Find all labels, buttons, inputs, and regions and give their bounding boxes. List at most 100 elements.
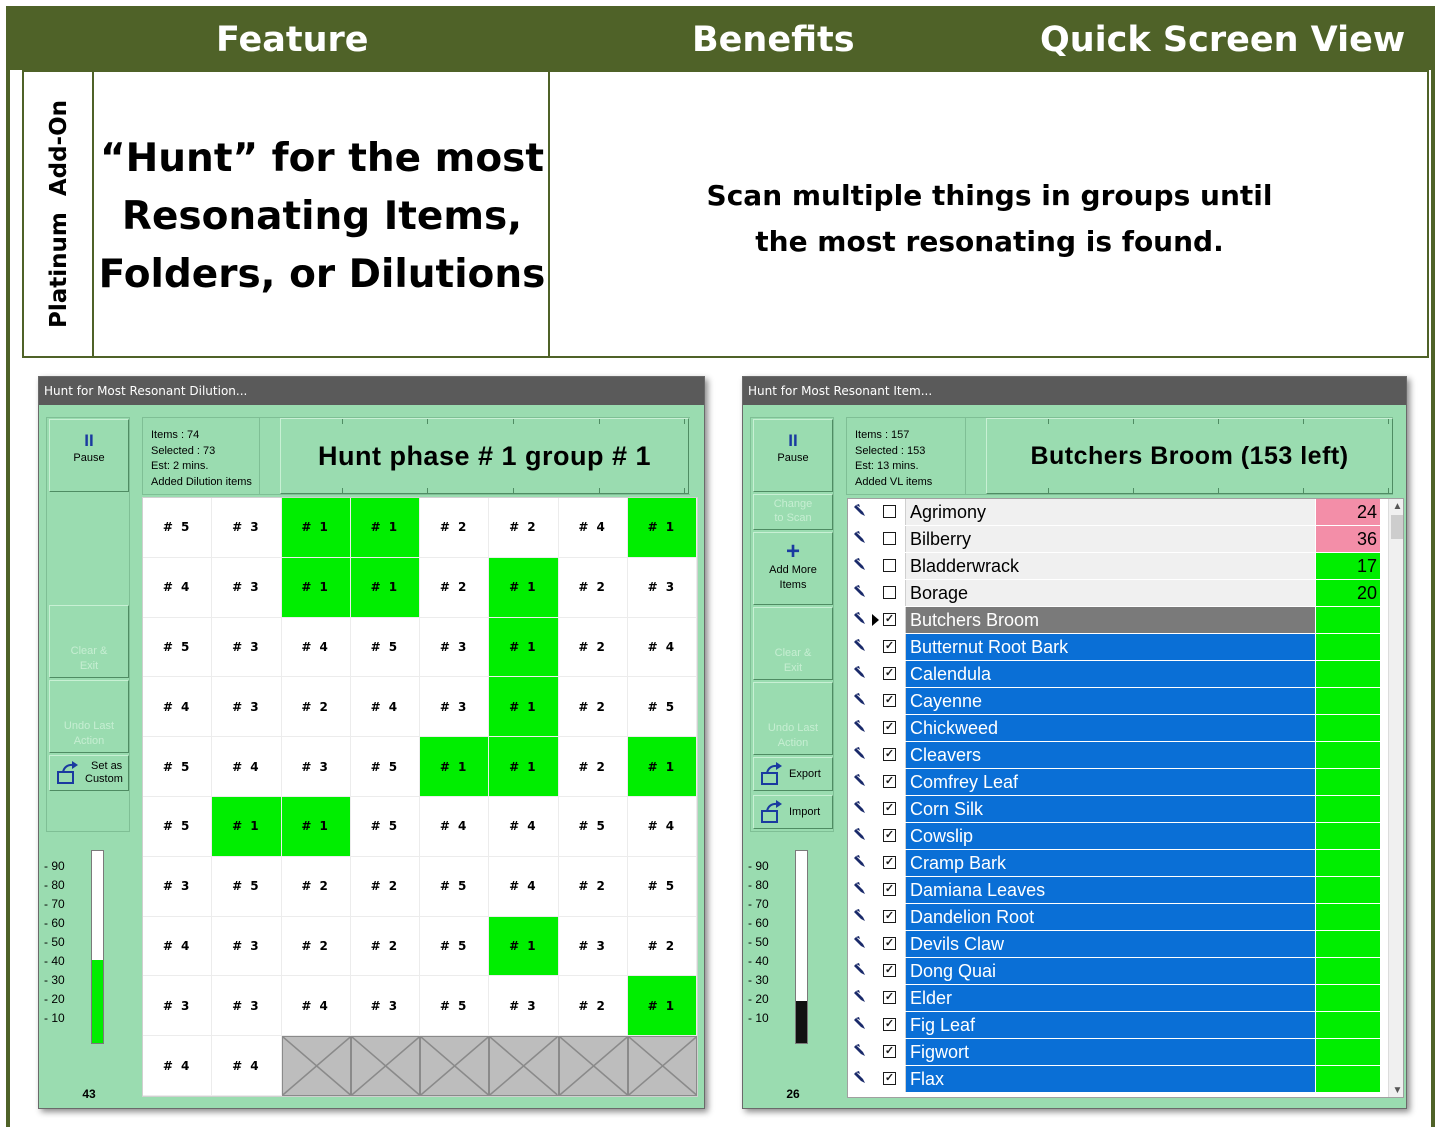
meter-tick: - 90 bbox=[748, 859, 769, 873]
list-item[interactable]: ✓ Figwort bbox=[848, 1039, 1388, 1066]
item-checkbox[interactable]: ✓ bbox=[883, 775, 896, 788]
scroll-down-icon[interactable]: ▼ bbox=[1389, 1083, 1403, 1097]
list-item[interactable]: ✓ Cowslip bbox=[848, 823, 1388, 850]
list-item[interactable]: Agrimony 24 bbox=[848, 499, 1388, 526]
item-checkbox[interactable]: ✓ bbox=[883, 802, 896, 815]
dilution-cell: # 1 bbox=[281, 796, 351, 857]
meter-tick: - 80 bbox=[748, 878, 769, 892]
row-controls: ✓ bbox=[848, 796, 906, 822]
list-item[interactable]: ✓ Elder bbox=[848, 985, 1388, 1012]
row-controls: ✓ bbox=[848, 742, 906, 768]
dilution-cell: # 2 bbox=[350, 856, 420, 917]
import-icon bbox=[761, 800, 782, 823]
list-item[interactable]: ✓ Flax bbox=[848, 1066, 1388, 1093]
set-custom-button[interactable]: Set as Custom bbox=[49, 755, 129, 791]
list-scrollbar[interactable]: ▲ ▼ bbox=[1388, 499, 1403, 1097]
scroll-up-icon[interactable]: ▲ bbox=[1389, 499, 1403, 515]
list-item[interactable]: ✓ Calendula bbox=[848, 661, 1388, 688]
list-item[interactable]: ✓ Dandelion Root bbox=[848, 904, 1388, 931]
add-label: Add More bbox=[769, 564, 817, 576]
custom-label: Custom bbox=[85, 773, 123, 785]
dilution-cell: # 4 bbox=[143, 1036, 213, 1096]
item-name: Cleavers bbox=[906, 742, 1315, 768]
dilution-cell: # 3 bbox=[558, 916, 628, 977]
dilution-cell: # 1 bbox=[489, 737, 559, 797]
row-controls: ✓ bbox=[848, 688, 906, 714]
item-name: Flax bbox=[906, 1066, 1315, 1092]
item-checkbox[interactable]: ✓ bbox=[883, 613, 896, 626]
item-checkbox[interactable]: ✓ bbox=[883, 721, 896, 734]
add-more-items-button[interactable]: + Add More Items bbox=[753, 532, 833, 605]
item-checkbox[interactable]: ✓ bbox=[883, 667, 896, 680]
item-checkbox[interactable]: ✓ bbox=[883, 748, 896, 761]
item-checkbox[interactable] bbox=[883, 559, 896, 572]
list-item[interactable]: ✓ Cayenne bbox=[848, 688, 1388, 715]
list-item[interactable]: Borage 20 bbox=[848, 580, 1388, 607]
clear-label: Clear & bbox=[70, 645, 108, 657]
list-item[interactable]: Bilberry 36 bbox=[848, 526, 1388, 553]
item-score bbox=[1316, 607, 1380, 633]
dilution-cell: # 3 bbox=[143, 976, 213, 1037]
dilution-grid: # 5 # 3 # 1 # 1 # 2 # 2 # 4 # 1 # 4 # 3 # 1 # 1 # 2 #… bbox=[142, 497, 698, 1097]
clear-exit-button[interactable]: Clear & Exit bbox=[753, 607, 833, 680]
list-item[interactable]: ✓ Corn Silk bbox=[848, 796, 1388, 823]
pen-icon bbox=[854, 1044, 865, 1056]
list-item[interactable]: ✓ Dong Quai bbox=[848, 958, 1388, 985]
list-item[interactable]: ✓ Damiana Leaves bbox=[848, 877, 1388, 904]
item-checkbox[interactable]: ✓ bbox=[883, 694, 896, 707]
item-list[interactable]: ✓ Flax ✓ Figwort ✓ Fig Leaf ✓ Elder ✓ Dong Quai ✓ D… bbox=[847, 498, 1404, 1098]
item-checkbox[interactable]: ✓ bbox=[883, 964, 896, 977]
clear-exit-button[interactable]: Clear & Exit bbox=[49, 605, 129, 678]
import-button[interactable]: Import bbox=[753, 795, 833, 829]
undo-button[interactable]: Undo Last Action bbox=[49, 680, 129, 753]
item-checkbox[interactable]: ✓ bbox=[883, 883, 896, 896]
list-item[interactable]: ✓ Chickweed bbox=[848, 715, 1388, 742]
list-item[interactable]: ✓ Devils Claw bbox=[848, 931, 1388, 958]
item-name: Cayenne bbox=[906, 688, 1315, 714]
item-checkbox[interactable]: ✓ bbox=[883, 1018, 896, 1031]
pause-button[interactable]: II Pause bbox=[753, 419, 833, 492]
row-controls: ✓ bbox=[848, 634, 906, 660]
item-checkbox[interactable]: ✓ bbox=[883, 1045, 896, 1058]
list-item[interactable]: ✓ Cramp Bark bbox=[848, 850, 1388, 877]
window-title: Hunt for Most Resonant Item... bbox=[743, 377, 1406, 405]
scroll-thumb[interactable] bbox=[1391, 515, 1403, 539]
item-checkbox[interactable]: ✓ bbox=[883, 856, 896, 869]
category-cell: Platinum Add-On bbox=[24, 72, 94, 356]
item-checkbox[interactable]: ✓ bbox=[883, 640, 896, 653]
dilution-cell: # 1 bbox=[489, 677, 559, 738]
pen-icon bbox=[854, 639, 865, 651]
pause-button[interactable]: II Pause bbox=[49, 419, 129, 492]
list-item[interactable]: ✓ Butchers Broom bbox=[848, 607, 1388, 634]
list-item[interactable]: ✓ Butternut Root Bark bbox=[848, 634, 1388, 661]
list-item[interactable]: ✓ Comfrey Leaf bbox=[848, 769, 1388, 796]
dilution-cell: # 3 bbox=[420, 617, 490, 678]
item-checkbox[interactable]: ✓ bbox=[883, 1072, 896, 1085]
item-checkbox[interactable] bbox=[883, 532, 896, 545]
export-button[interactable]: Export bbox=[753, 757, 833, 791]
list-item[interactable]: Bladderwrack 17 bbox=[848, 553, 1388, 580]
row-controls: ✓ bbox=[848, 904, 906, 930]
item-checkbox[interactable]: ✓ bbox=[883, 991, 896, 1004]
items-count: Items : 74 bbox=[151, 429, 200, 441]
dilution-cell: # 2 bbox=[558, 557, 628, 618]
change-to-scan-button[interactable]: Change to Scan bbox=[753, 494, 833, 530]
item-checkbox[interactable] bbox=[883, 586, 896, 599]
header-feature: Feature bbox=[216, 20, 369, 60]
meter-fill bbox=[796, 1000, 807, 1043]
dilution-cell: # 2 bbox=[558, 617, 628, 678]
list-item[interactable]: ✓ Fig Leaf bbox=[848, 1012, 1388, 1039]
undo-button[interactable]: Undo Last Action bbox=[753, 682, 833, 755]
list-item[interactable]: ✓ Cleavers bbox=[848, 742, 1388, 769]
pen-icon bbox=[854, 801, 865, 813]
item-checkbox[interactable]: ✓ bbox=[883, 829, 896, 842]
item-checkbox[interactable] bbox=[883, 505, 896, 518]
dilution-cell: # 2 bbox=[281, 916, 351, 977]
empty-cell bbox=[489, 1036, 559, 1096]
dilution-cell: # 5 bbox=[420, 916, 490, 977]
item-checkbox[interactable]: ✓ bbox=[883, 937, 896, 950]
item-checkbox[interactable]: ✓ bbox=[883, 910, 896, 923]
dilution-cell: # 5 bbox=[627, 856, 697, 917]
item-score bbox=[1316, 958, 1380, 984]
dilution-cell: # 5 bbox=[558, 796, 628, 857]
